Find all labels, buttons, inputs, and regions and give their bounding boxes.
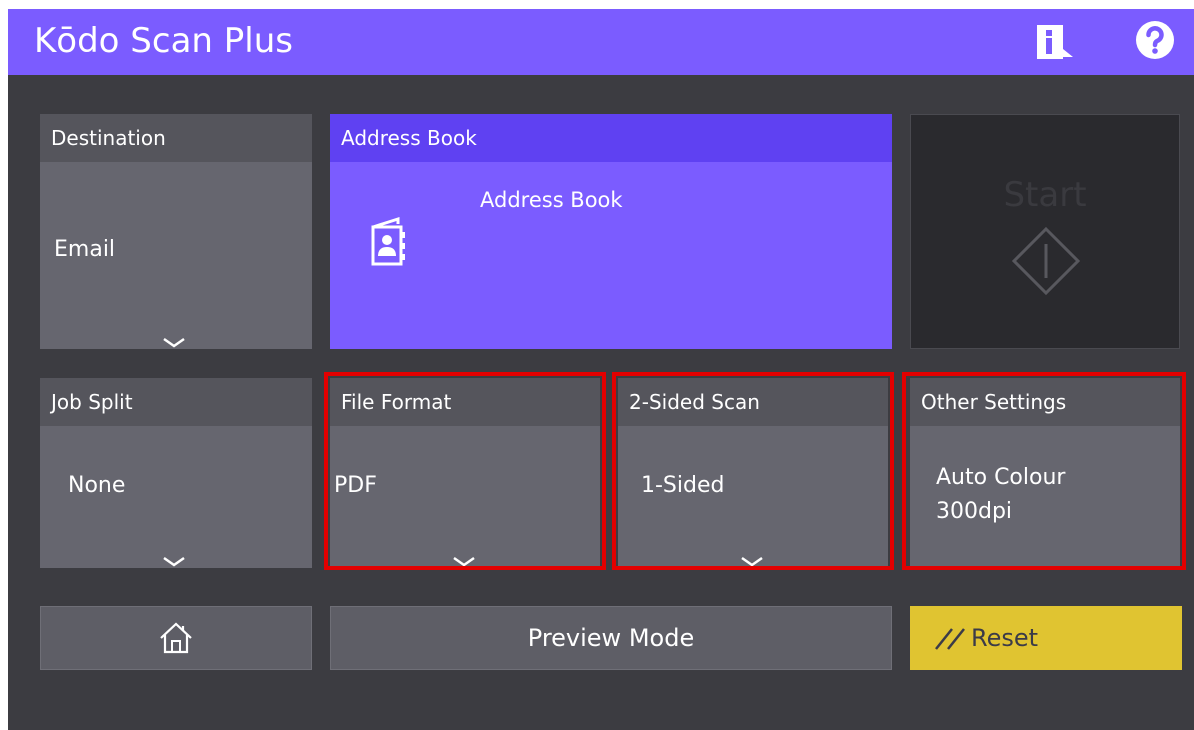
file-format-tile[interactable]: File Format PDF	[330, 378, 600, 568]
reset-label: Reset	[971, 624, 1039, 652]
other-settings-header: Other Settings	[910, 378, 1180, 426]
reset-button[interactable]: Reset	[910, 606, 1182, 670]
other-settings-value-line1: Auto Colour	[936, 465, 1066, 490]
other-settings-value-line2: 300dpi	[936, 499, 1013, 524]
address-book-tile[interactable]: Address Book Address Book	[330, 114, 892, 349]
address-book-icon	[371, 216, 405, 266]
chevron-down-icon	[741, 556, 763, 567]
home-button[interactable]	[40, 606, 312, 670]
destination-tile[interactable]: Destination Email	[40, 114, 312, 349]
destination-header: Destination	[40, 114, 312, 162]
address-book-label: Address Book	[480, 188, 623, 212]
home-icon	[160, 622, 192, 654]
start-button[interactable]: Start	[910, 114, 1180, 349]
preview-mode-label: Preview Mode	[527, 624, 695, 652]
job-split-header: Job Split	[40, 378, 312, 426]
chevron-down-icon	[453, 556, 475, 567]
address-book-header: Address Book	[330, 114, 892, 162]
scan-app-screen: Kōdo Scan Plus Destination Email Address…	[8, 9, 1194, 730]
app-title: Kōdo Scan Plus	[34, 21, 293, 61]
chevron-down-icon	[163, 337, 185, 348]
file-format-header: File Format	[330, 378, 600, 426]
two-sided-scan-value: 1-Sided	[641, 473, 725, 498]
destination-value: Email	[54, 237, 116, 262]
eraser-icon	[935, 628, 965, 650]
info-icon[interactable]	[1035, 23, 1075, 61]
other-settings-tile[interactable]: Other Settings Auto Colour 300dpi	[910, 378, 1180, 568]
help-icon[interactable]	[1134, 19, 1176, 61]
job-split-tile[interactable]: Job Split None	[40, 378, 312, 568]
preview-mode-button[interactable]: Preview Mode	[330, 606, 892, 670]
file-format-value: PDF	[334, 473, 377, 498]
two-sided-scan-tile[interactable]: 2-Sided Scan 1-Sided	[618, 378, 888, 568]
title-bar: Kōdo Scan Plus	[8, 9, 1194, 75]
two-sided-scan-header: 2-Sided Scan	[618, 378, 888, 426]
start-diamond-icon	[1011, 226, 1081, 296]
chevron-down-icon	[163, 556, 185, 567]
job-split-value: None	[68, 473, 126, 498]
start-label: Start	[1003, 175, 1087, 215]
